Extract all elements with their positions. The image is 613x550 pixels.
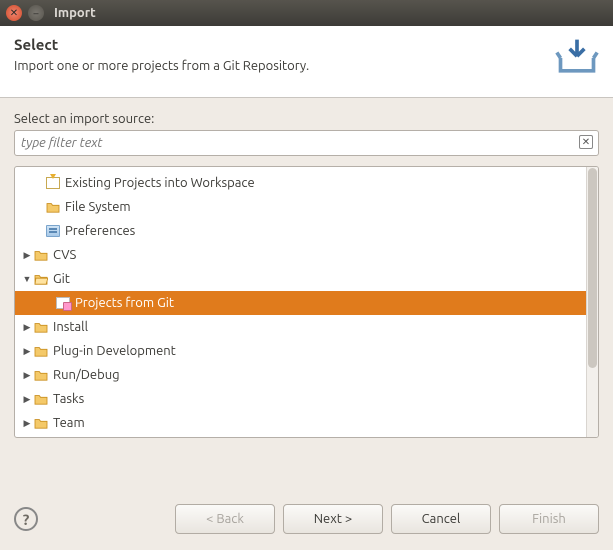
expand-icon[interactable]: ▶: [21, 346, 33, 357]
finish-button[interactable]: Finish: [499, 504, 599, 534]
expand-icon[interactable]: ▶: [21, 418, 33, 429]
expand-icon[interactable]: ▶: [21, 370, 33, 381]
import-item-icon: [45, 175, 61, 191]
tree-category-label: Plug-in Development: [53, 344, 176, 358]
window-close-button[interactable]: ✕: [6, 5, 22, 21]
tree-item-label: Projects from Git: [75, 296, 174, 310]
cancel-button[interactable]: Cancel: [391, 504, 491, 534]
tree-item[interactable]: Existing Projects into Workspace: [15, 171, 586, 195]
tree-category[interactable]: ▶ CVS: [15, 243, 586, 267]
git-project-icon: [55, 295, 71, 311]
filter-label: Select an import source:: [14, 112, 599, 126]
expand-icon[interactable]: ▶: [21, 250, 33, 261]
folder-icon: [33, 391, 49, 407]
tree-item[interactable]: Projects from Git: [15, 291, 586, 315]
tree-category-label: Git: [53, 272, 70, 286]
button-bar: ? < Back Next > Cancel Finish: [0, 492, 613, 550]
tree-category-label: CVS: [53, 248, 76, 262]
folder-icon: [33, 367, 49, 383]
tree-item-label: Preferences: [65, 224, 135, 238]
banner-description: Import one or more projects from a Git R…: [14, 59, 309, 73]
wizard-banner: Select Import one or more projects from …: [0, 26, 613, 98]
tree-scrollbar-thumb[interactable]: [588, 168, 597, 368]
tree-category-label: Run/Debug: [53, 368, 120, 382]
filter-input[interactable]: [14, 130, 599, 156]
expand-icon[interactable]: ▼: [21, 274, 33, 284]
tree-scrollbar[interactable]: [586, 167, 598, 437]
tree-item-label: Existing Projects into Workspace: [65, 176, 255, 190]
folder-icon: [33, 415, 49, 431]
tree-item[interactable]: File System: [15, 195, 586, 219]
banner-heading: Select: [14, 36, 309, 53]
import-source-tree[interactable]: Existing Projects into Workspace File Sys…: [14, 166, 599, 438]
import-icon: [555, 36, 599, 83]
window-minimize-button[interactable]: –: [28, 5, 44, 21]
clear-filter-button[interactable]: ✕: [579, 135, 593, 149]
preferences-icon: [45, 223, 61, 239]
titlebar: ✕ – Import: [0, 0, 613, 26]
expand-icon[interactable]: ▶: [21, 394, 33, 405]
back-button[interactable]: < Back: [175, 504, 275, 534]
tree-category-label: Install: [53, 320, 88, 334]
tree-category-label: Tasks: [53, 392, 84, 406]
tree-category[interactable]: ▶ Run/Debug: [15, 363, 586, 387]
tree-item[interactable]: Preferences: [15, 219, 586, 243]
tree-category[interactable]: ▼ Git: [15, 267, 586, 291]
tree-category-label: Team: [53, 416, 85, 430]
tree-category[interactable]: ▶ Install: [15, 315, 586, 339]
tree-category[interactable]: ▶ Tasks: [15, 387, 586, 411]
expand-icon[interactable]: ▶: [21, 322, 33, 333]
help-button[interactable]: ?: [14, 507, 38, 531]
folder-icon: [33, 343, 49, 359]
tree-item-label: File System: [65, 200, 131, 214]
folder-open-icon: [33, 271, 49, 287]
window-title: Import: [54, 6, 96, 20]
tree-category[interactable]: ▶ Plug-in Development: [15, 339, 586, 363]
folder-icon: [33, 247, 49, 263]
next-button[interactable]: Next >: [283, 504, 383, 534]
folder-icon: [33, 319, 49, 335]
folder-icon: [45, 199, 61, 215]
tree-category[interactable]: ▶ Team: [15, 411, 586, 435]
